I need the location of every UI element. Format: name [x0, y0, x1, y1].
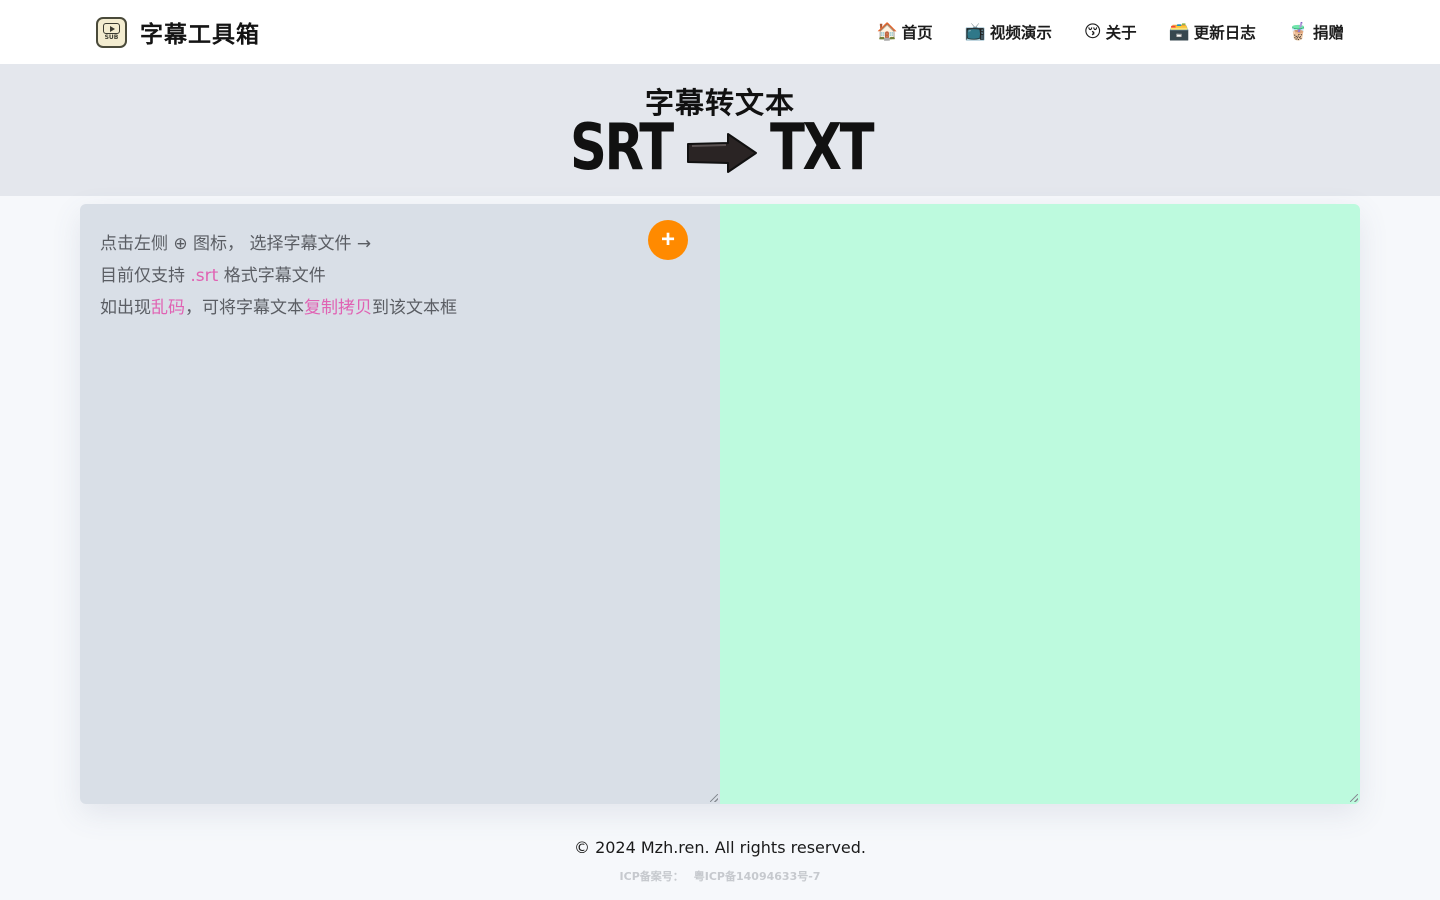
instruction-text: ，可将字幕文本: [185, 298, 304, 318]
site-title: 字幕工具箱: [140, 22, 260, 48]
resize-handle[interactable]: [710, 794, 718, 802]
plus-icon: +: [660, 225, 675, 253]
nav-item-label: 视频演示: [989, 24, 1052, 42]
copyright-text: © 2024 Mzh.ren. All rights reserved.: [573, 838, 867, 857]
top-navbar: SUB 字幕工具箱 🏠 首页 📺 视频演示 😚 关于 🗃️ 更新日志 🧋 捐赠: [0, 0, 1440, 64]
nav-item-about[interactable]: 😚 关于: [1084, 21, 1137, 43]
instruction-text: 到该文本框: [372, 298, 457, 318]
house-icon: 🏠: [876, 21, 898, 42]
bubble-tea-icon: 🧋: [1287, 21, 1309, 42]
instruction-text: 如出现: [100, 298, 151, 318]
brand-link[interactable]: SUB 字幕工具箱: [96, 15, 260, 49]
nav-item-changelog[interactable]: 🗃️ 更新日志: [1169, 21, 1256, 43]
instructions: 点击左侧 ⊕ 图标， 选择字幕文件 → 目前仅支持 .srt 格式字幕文件 如出…: [100, 228, 457, 324]
resize-handle[interactable]: [1350, 794, 1358, 802]
input-panel[interactable]: 点击左侧 ⊕ 图标， 选择字幕文件 → 目前仅支持 .srt 格式字幕文件 如出…: [80, 204, 720, 804]
instruction-line-2: 目前仅支持 .srt 格式字幕文件: [100, 260, 457, 292]
nav-item-label: 更新日志: [1193, 24, 1256, 42]
output-panel: [720, 204, 1360, 804]
converter-panels: 点击左侧 ⊕ 图标， 选择字幕文件 → 目前仅支持 .srt 格式字幕文件 如出…: [80, 204, 1360, 804]
conversion-graphic: SRT TXT: [568, 111, 875, 185]
icp-number-link[interactable]: 粤ICP备14094633号-7: [694, 870, 821, 883]
copy-paste-highlight: 复制拷贝: [304, 298, 372, 318]
icp-record: ICP备案号： 粤ICP备14094633号-7: [0, 868, 1440, 884]
logo-text: SUB: [104, 34, 119, 41]
nav-item-label: 关于: [1105, 24, 1137, 42]
nav-item-label: 捐赠: [1312, 24, 1344, 42]
instruction-line-1: 点击左侧 ⊕ 图标， 选择字幕文件 →: [100, 228, 457, 260]
nav-item-label: 首页: [901, 24, 933, 42]
nav-item-video-demo[interactable]: 📺 视频演示: [965, 21, 1052, 43]
from-format-label: SRT: [570, 111, 674, 185]
output-textarea[interactable]: [720, 204, 1360, 804]
icp-label: ICP备案号：: [619, 870, 684, 883]
tv-icon: 📺: [964, 21, 986, 42]
instruction-line-3: 如出现乱码，可将字幕文本复制拷贝到该文本框: [100, 292, 457, 324]
smiley-icon: 😚: [1083, 21, 1102, 42]
nav-item-donate[interactable]: 🧋 捐赠: [1288, 21, 1344, 43]
hero-banner: 字幕转文本 SRT TXT: [0, 64, 1440, 196]
subtitle-logo-icon: SUB: [96, 16, 127, 48]
nav-item-home[interactable]: 🏠 首页: [877, 21, 933, 43]
instruction-text: 格式字幕文件: [218, 266, 326, 286]
to-format-label: TXT: [770, 111, 875, 185]
card-box-icon: 🗃️: [1168, 21, 1190, 42]
right-arrow-icon: [687, 133, 757, 173]
srt-extension-highlight: .srt: [190, 266, 219, 286]
garbled-highlight: 乱码: [151, 298, 185, 318]
main-nav: 🏠 首页 📺 视频演示 😚 关于 🗃️ 更新日志 🧋 捐赠: [877, 21, 1345, 43]
instruction-text: 点击左侧 ⊕ 图标， 选择字幕文件 →: [100, 234, 372, 254]
add-file-button[interactable]: +: [648, 220, 688, 260]
instruction-text: 目前仅支持: [100, 266, 191, 286]
